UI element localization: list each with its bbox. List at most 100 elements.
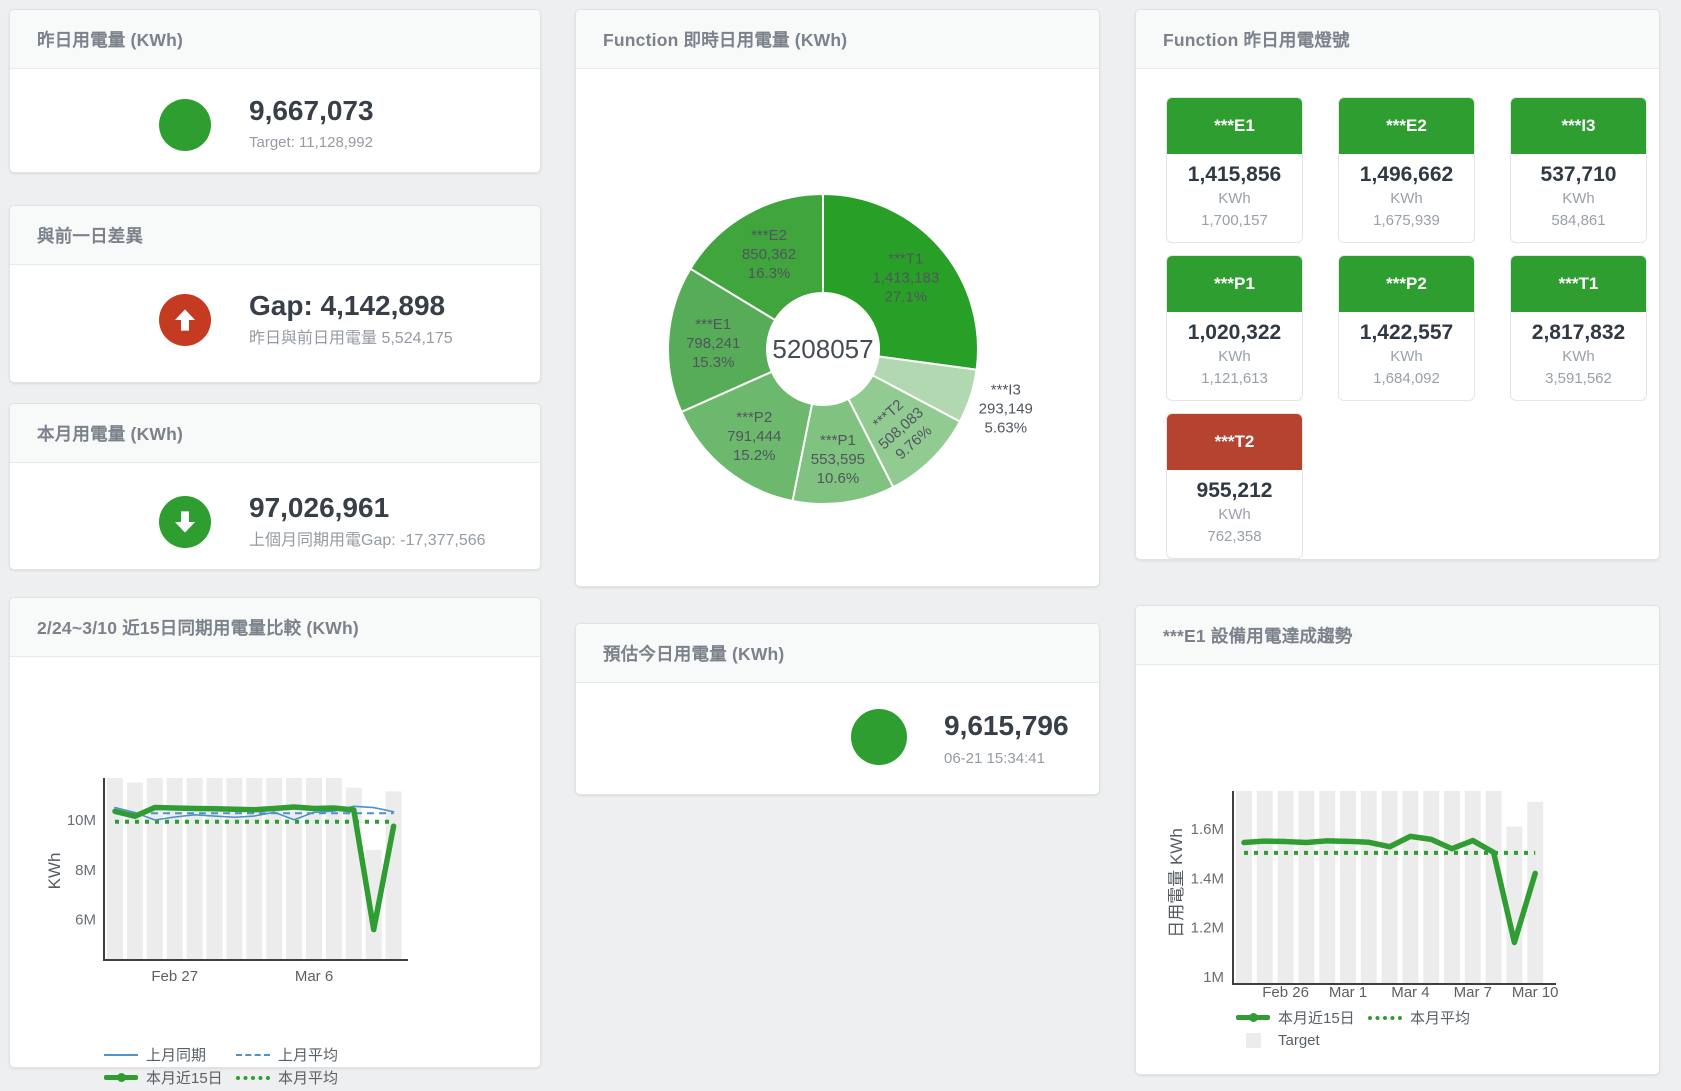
- light-tile-I3: ***I3537,710KWh584,861: [1510, 97, 1647, 243]
- donut-slice-label: ***I3293,1495.63%: [979, 382, 1033, 437]
- estimate-today-timestamp: 06-21 15:34:41: [944, 749, 1045, 768]
- tile-unit: KWh: [1169, 188, 1300, 210]
- tile-target: 1,684,092: [1341, 368, 1472, 390]
- x-tick-label: Mar 6: [295, 968, 333, 985]
- x-tick-label: Mar 4: [1391, 984, 1429, 1001]
- card-header: ***E1 設備用電達成趨勢: [1136, 606, 1659, 665]
- tile-value: 1,415,856: [1169, 162, 1300, 188]
- legend-label: 本月近15日: [1278, 1007, 1355, 1028]
- tile-header: ***P1: [1167, 256, 1302, 312]
- target-bar: [226, 778, 242, 960]
- target-bar: [246, 778, 262, 960]
- tile-header: ***P2: [1339, 256, 1474, 312]
- legend-item[interactable]: 本月近15日: [104, 1067, 236, 1088]
- legend-label: 本月近15日: [146, 1067, 223, 1088]
- target-bar: [1423, 791, 1439, 984]
- legend-item[interactable]: Target: [1236, 1032, 1368, 1049]
- target-bar: [1402, 791, 1418, 984]
- y-tick-label: 1M: [1203, 969, 1224, 986]
- target-bar: [1257, 791, 1273, 984]
- status-circle-green: [851, 709, 907, 765]
- target-bar: [1506, 827, 1522, 984]
- realtime-donut-chart: ***T11,413,18327.1%***I3293,1495.63%***T…: [576, 70, 1101, 588]
- target-bar: [187, 778, 203, 960]
- card-estimate-today: 預估今日用電量 (KWh) 9,615,796 06-21 15:34:41: [575, 623, 1100, 795]
- tile-target: 1,700,157: [1169, 210, 1300, 232]
- compare15-legend: 上月同期上月平均本月近15日本月平均Target: [104, 1043, 368, 1091]
- donut-center-total: 5208057: [772, 334, 873, 364]
- tile-unit: KWh: [1341, 346, 1472, 368]
- legend-swatch-thick: [104, 1075, 138, 1080]
- y-tick-label: 1.2M: [1191, 920, 1224, 937]
- tile-body: 955,212KWh762,358: [1167, 470, 1302, 558]
- card-header: 本月用電量 (KWh): [10, 404, 540, 463]
- tile-target: 1,675,939: [1341, 210, 1472, 232]
- compare15-chart: 10M8M6MFeb 27Mar 6KWh: [10, 658, 542, 1008]
- gap-value: Gap: 4,142,898: [249, 291, 445, 321]
- legend-item[interactable]: 本月平均: [236, 1067, 368, 1088]
- legend-swatch-dot: [1368, 1016, 1402, 1020]
- card-title: 昨日用電量 (KWh): [37, 27, 183, 52]
- y-tick-label: 1.6M: [1191, 821, 1224, 838]
- target-bar: [1465, 791, 1481, 984]
- tile-body: 1,496,662KWh1,675,939: [1339, 154, 1474, 242]
- legend-swatch-dash: [236, 1054, 270, 1056]
- status-circle-red: [159, 294, 211, 346]
- card-header: Function 即時日用電量 (KWh): [576, 10, 1099, 69]
- gap-subtitle: 昨日與前日用電量 5,524,175: [249, 329, 453, 348]
- card-usage-lights: Function 昨日用電燈號 ***E11,415,856KWh1,700,1…: [1135, 9, 1660, 560]
- target-bar: [1382, 791, 1398, 984]
- y-axis-title: KWh: [45, 853, 64, 890]
- legend-item[interactable]: 上月同期: [104, 1044, 236, 1065]
- tile-body: 2,817,832KWh3,591,562: [1511, 312, 1646, 400]
- tile-value: 2,817,832: [1513, 320, 1644, 346]
- tile-value: 1,496,662: [1341, 162, 1472, 188]
- light-tile-E2: ***E21,496,662KWh1,675,939: [1338, 97, 1475, 243]
- legend-label: Target: [1278, 1032, 1320, 1049]
- target-bar: [1361, 791, 1377, 984]
- card-e1-trend-chart: ***E1 設備用電達成趨勢 1.6M1.4M1.2M1MFeb 26Mar 1…: [1135, 605, 1660, 1075]
- legend-row: Target: [1236, 1029, 1500, 1052]
- legend-item[interactable]: 本月平均: [1368, 1007, 1500, 1028]
- target-bar: [386, 791, 402, 960]
- tile-value: 1,422,557: [1341, 320, 1472, 346]
- tile-header: ***E2: [1339, 98, 1474, 154]
- target-bar: [1236, 791, 1252, 984]
- legend-item[interactable]: 上月平均: [236, 1044, 368, 1065]
- card-title: 2/24~3/10 近15日同期用電量比較 (KWh): [37, 615, 359, 640]
- card-header: 預估今日用電量 (KWh): [576, 624, 1099, 683]
- legend-item[interactable]: 本月近15日: [1236, 1007, 1368, 1028]
- card-header: 昨日用電量 (KWh): [10, 10, 540, 69]
- target-bar: [207, 778, 223, 960]
- y-tick-label: 8M: [75, 862, 96, 879]
- tile-header: ***T2: [1167, 414, 1302, 470]
- tile-unit: KWh: [1513, 346, 1644, 368]
- tile-target: 584,861: [1513, 210, 1644, 232]
- arrow-down-icon: [170, 507, 200, 537]
- card-gap-prev-day: 與前一日差異 Gap: 4,142,898 昨日與前日用電量 5,524,175: [9, 205, 541, 383]
- light-tile-T1: ***T12,817,832KWh3,591,562: [1510, 255, 1647, 401]
- x-tick-label: Feb 27: [151, 968, 198, 985]
- card-title: ***E1 設備用電達成趨勢: [1163, 623, 1353, 648]
- tile-unit: KWh: [1341, 188, 1472, 210]
- target-bar: [1298, 791, 1314, 984]
- lights-tiles-grid: ***E11,415,856KWh1,700,157***E21,496,662…: [1166, 97, 1647, 559]
- legend-label: 上月平均: [278, 1044, 338, 1065]
- legend-swatch-line: [104, 1054, 138, 1056]
- tile-header: ***T1: [1511, 256, 1646, 312]
- x-tick-label: Mar 7: [1454, 984, 1492, 1001]
- tile-value: 1,020,322: [1169, 320, 1300, 346]
- target-bar: [1319, 791, 1335, 984]
- tile-target: 3,591,562: [1513, 368, 1644, 390]
- x-tick-label: Mar 1: [1329, 984, 1367, 1001]
- legend-row: 本月近15日本月平均: [104, 1066, 368, 1089]
- light-tile-T2: ***T2955,212KWh762,358: [1166, 413, 1303, 559]
- legend-label: 本月平均: [1410, 1007, 1470, 1028]
- x-tick-label: Mar 10: [1512, 984, 1559, 1001]
- tile-value: 537,710: [1513, 162, 1644, 188]
- arrow-up-icon: [170, 305, 200, 335]
- yesterday-usage-target: Target: 11,128,992: [249, 133, 373, 152]
- y-tick-label: 6M: [75, 912, 96, 929]
- dashboard: 昨日用電量 (KWh) 9,667,073 Target: 11,128,992…: [0, 0, 1681, 1091]
- light-tile-E1: ***E11,415,856KWh1,700,157: [1166, 97, 1303, 243]
